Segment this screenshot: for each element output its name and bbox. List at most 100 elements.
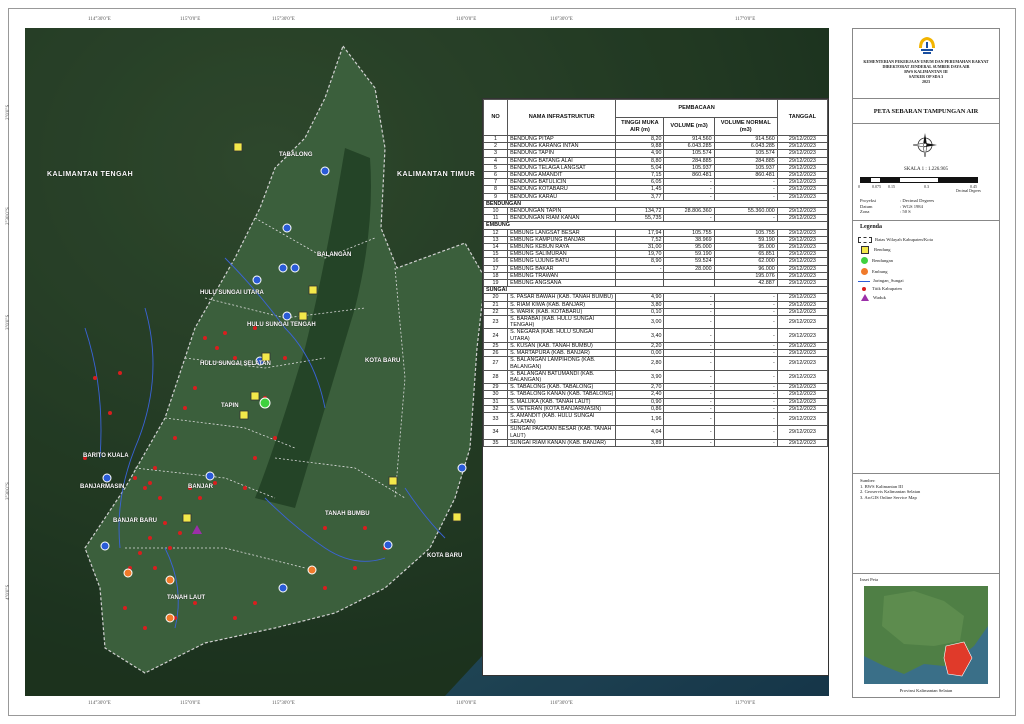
- legend-title: Legenda: [860, 224, 883, 230]
- cell-normal-volume: -: [713, 307, 778, 317]
- cell-no: 5: [482, 163, 509, 173]
- cell-no: 10: [482, 207, 509, 216]
- legend-label: Embung: [872, 268, 888, 274]
- cell-normal-volume: -: [713, 397, 778, 406]
- section-title: SUNGAI: [483, 286, 828, 295]
- cell-water-level: 17,94: [615, 228, 665, 237]
- north-arrow-icon: [912, 132, 938, 158]
- cell-normal-volume: -: [713, 369, 778, 385]
- table-row: 6 BENDUNG AMANDIT 7,15 860.481 860.481 29/12/…: [482, 171, 829, 180]
- header-normal-volume: VOLUME NORMAL (m3): [713, 117, 778, 136]
- cell-no: 6: [482, 171, 509, 180]
- table-row: 34 SUNGAI PAGATAN BESAR (KAB. TANAH LAUT)…: [482, 425, 829, 440]
- coord-label: 2°0'0"S: [6, 104, 11, 120]
- cell-water-level: 1,96: [615, 411, 665, 427]
- table-row: 35 SUNGAI RIAM KANAN (KAB. BANJAR) 3,89- -2…: [482, 438, 829, 447]
- cell-name: BENDUNGAN RIAM KANAN: [507, 214, 617, 223]
- cell-volume: -: [663, 349, 715, 358]
- cell-no: 31: [482, 397, 509, 406]
- label-balangan: BALANGAN: [317, 252, 352, 258]
- table-row: 25 S. KUSAN (KAB. TANAH BUMBU) 2,20- -29/12…: [482, 341, 829, 351]
- cell-no: 29: [482, 383, 509, 392]
- cell-normal-volume: 59.190: [713, 235, 778, 245]
- label-tabalong: TABALONG: [279, 152, 313, 158]
- sources: Sumber: 1. BWS Kalimantan III 2. Geoserv…: [860, 478, 920, 500]
- cell-volume: -: [663, 404, 715, 413]
- label-banjarmasin: BANJARMASIN: [80, 484, 125, 490]
- cell-no: 25: [482, 341, 509, 351]
- label-batola: BARITO KUALA: [83, 453, 129, 459]
- source-item: 3. ArcGIS Online Service Map: [860, 494, 917, 500]
- cell-volume: 6.043.285: [663, 142, 715, 151]
- table-row: 3 BENDUNG TAPIN 4,90 105.574 105.574 29/12/20…: [482, 149, 829, 158]
- red-dot-icon: [862, 287, 866, 291]
- legend-label: Batas Wilayah Kabupaten/Kota: [875, 237, 933, 243]
- legend-label: Bendung: [874, 246, 891, 252]
- cell-normal-volume: 6.043.285: [713, 142, 778, 151]
- cell-date: 29/12/2023: [776, 156, 829, 165]
- cell-name: S. WARIK (KAB. KOTABARU): [507, 307, 617, 317]
- cell-normal-volume: 105.755: [713, 228, 778, 237]
- cell-date: 29/12/2023: [776, 163, 829, 173]
- cell-date: 29/12/2023: [776, 356, 829, 371]
- cell-normal-volume: -: [713, 328, 778, 343]
- cell-name: EMBUNG LANGSAT BESAR: [507, 228, 617, 237]
- cell-name: BENDUNGAN TAPIN: [507, 207, 617, 216]
- cell-name: EMBUNG KEBUN RAYA: [507, 243, 617, 252]
- reservoir-data-table: NO NAMA INFRASTRUKTUR PEMBACAAN TANGGAL …: [482, 99, 829, 447]
- cell-water-level: 2,70: [615, 383, 665, 392]
- label-kaltim: KALIMANTAN TIMUR: [397, 171, 476, 178]
- cell-no: 20: [482, 293, 509, 302]
- cell-no: 8: [482, 185, 509, 194]
- table-row: 13 EMBUNG KAMPUNG BANJAR 7,52 38.969 59.190 2…: [482, 235, 829, 245]
- coord-label: 3°0'0"S: [6, 314, 11, 330]
- cell-volume: 860.481: [663, 171, 715, 180]
- cell-no: 15: [482, 250, 509, 259]
- coord-label: 117°0'0"E: [735, 17, 756, 22]
- table-row: 1 BENDUNG PITAP 8,20 914.560 914.560 29/12/20…: [482, 134, 829, 144]
- cell-normal-volume: -: [713, 425, 778, 440]
- cell-name: S. TABALONG KANAN (KAB. TABALONG): [507, 390, 617, 399]
- cell-water-level: 7,15: [615, 171, 665, 180]
- cell-water-level: 3,80: [615, 300, 665, 309]
- cell-volume: -: [663, 192, 715, 201]
- cell-date: 29/12/2023: [776, 185, 829, 194]
- table-row: 26 S. MARTAPURA (KAB. BANJAR) 0,00- -29/12/…: [482, 349, 829, 358]
- scale-tick: 0.075: [872, 184, 881, 189]
- cell-normal-volume: -: [713, 404, 778, 413]
- cell-volume: -: [663, 397, 715, 406]
- legend-item: Embung: [858, 266, 996, 277]
- cell-normal-volume: 195.076: [713, 271, 778, 281]
- cell-normal-volume: 105.937: [713, 163, 778, 173]
- table-section-row: SUNGAI: [483, 286, 828, 295]
- table-row: 7 BENDUNG BATULICIN 6,05- -29/12/2023: [482, 178, 829, 187]
- inset-map: [864, 586, 988, 684]
- cell-name: S. BARABAI (KAB. HULU SUNGAI TENGAH): [507, 315, 617, 330]
- scale-tick: 0.3: [924, 184, 929, 189]
- bendung-icon: [861, 245, 869, 254]
- coord-label: 114°30'0"E: [88, 17, 111, 22]
- cell-date: 29/12/2023: [776, 390, 829, 399]
- boundary-icon: [858, 237, 872, 243]
- header-name: NAMA INFRASTRUKTUR: [507, 99, 617, 136]
- cell-water-level: 2,80: [615, 356, 665, 371]
- scale-text: SKALA 1 : 1.226.905: [903, 167, 949, 172]
- table-row: 27 S. BALANGAN LAMPIHONG (KAB. BALANGAN) 2…: [482, 356, 829, 371]
- scale-tick: 0.15: [888, 184, 895, 189]
- satellite-map[interactable]: KALIMANTAN TENGAH KALIMANTAN TIMUR TABAL…: [25, 28, 829, 696]
- cell-volume: 95.000: [663, 243, 715, 252]
- cell-normal-volume: -: [713, 178, 778, 187]
- legend-label: Titik Kabupaten: [872, 286, 902, 292]
- table-row: 33 S. AMANDIT (KAB. HULU SUNGAI SELATAN) 1…: [482, 411, 829, 427]
- cell-volume: [663, 271, 715, 281]
- table-row: 14 EMBUNG KEBUN RAYA 31,00 95.000 95.000 29/1…: [482, 243, 829, 252]
- side-panel: KEMENTERIAN PEKERJAAN UMUM DAN PERUMAHAN…: [852, 28, 1000, 698]
- cell-no: 32: [482, 404, 509, 413]
- section-title: BENDUNGAN: [483, 199, 828, 209]
- cell-date: 29/12/2023: [776, 271, 829, 281]
- cell-date: 29/12/2023: [776, 349, 829, 358]
- cell-volume: -: [663, 315, 715, 330]
- cell-water-level: 5,04: [615, 163, 665, 173]
- label-hss: HULU SUNGAI SELATAN: [200, 361, 271, 367]
- cell-volume: -: [663, 178, 715, 187]
